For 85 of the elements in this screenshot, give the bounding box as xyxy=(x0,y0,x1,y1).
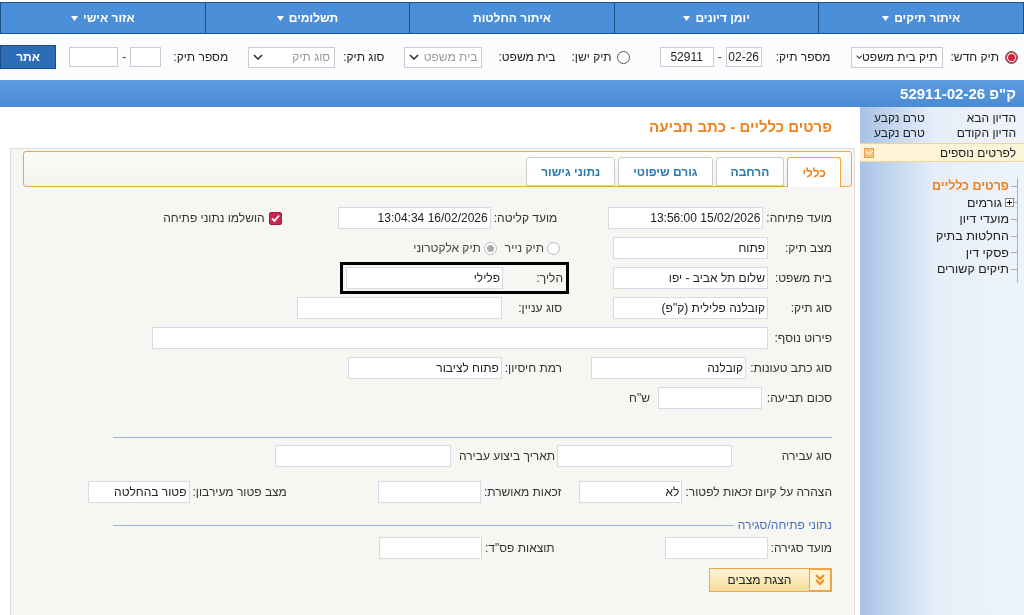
input-field[interactable] xyxy=(378,537,482,559)
field-label: רמת חיסיון: xyxy=(503,361,562,375)
separator-label: - xyxy=(122,50,127,64)
more-details-link[interactable]: לפרטים נוספים xyxy=(940,145,1016,160)
radio-label: תיק חדש: xyxy=(950,50,999,64)
field-label: מספר תיק: xyxy=(173,50,229,64)
tree-item[interactable]: תיקים קשורים xyxy=(934,262,1011,277)
field-label: הליך: xyxy=(535,271,563,285)
input-field[interactable]: 15/02/2026 13:56:00 xyxy=(608,207,764,229)
field-label: מועד סגירה: xyxy=(769,541,832,555)
field-label: סוג תיק: xyxy=(343,50,385,64)
field-label: סוג תיק: xyxy=(789,301,832,315)
case-type-dropdown[interactable]: תיק בית משפט xyxy=(850,46,943,68)
radio-label: תיק ישן: xyxy=(571,50,612,64)
input-field[interactable] xyxy=(557,445,732,467)
input-field[interactable]: לא xyxy=(579,481,683,503)
input-field[interactable]: 52911 xyxy=(659,47,714,67)
input-field[interactable] xyxy=(130,47,162,67)
input-field[interactable] xyxy=(152,327,768,349)
input-field[interactable] xyxy=(69,47,119,67)
show-states-button[interactable]: הצגת מצבים xyxy=(709,568,832,592)
field-label: מועד פתיחה: xyxy=(765,211,832,225)
case-title: ק"פ 52911-02-26 xyxy=(900,85,1016,102)
hearing-value: טרם נקבע xyxy=(874,110,925,125)
field-label: מועד קליטה: xyxy=(492,211,558,225)
section-title: נתוני פתיחה/סגירה xyxy=(737,518,832,532)
tree-item[interactable]: פסקי דין xyxy=(963,245,1011,260)
hearing-value: טרם נקבע xyxy=(874,125,925,140)
tab[interactable]: גורם שיפוטי xyxy=(618,157,713,186)
field-label: מספר תיק: xyxy=(775,50,831,64)
field-label: זכאות מאושרת: xyxy=(482,485,562,499)
tree-item[interactable]: גורמים xyxy=(965,195,1004,210)
plus-icon[interactable] xyxy=(1005,198,1014,208)
field-label: תוצאות פס"ד: xyxy=(483,541,555,555)
input-field[interactable]: שלום תל אביב - יפו xyxy=(613,267,768,289)
envelope-icon xyxy=(864,147,874,158)
input-field[interactable] xyxy=(664,537,768,559)
field-label: תאריך ביצוע עבירה xyxy=(457,449,555,463)
caret-icon xyxy=(683,15,691,21)
input-field[interactable] xyxy=(377,481,481,503)
radio-button[interactable] xyxy=(1005,50,1018,64)
chevron-icon xyxy=(855,54,862,60)
chevron-icon xyxy=(253,54,264,60)
input-field[interactable]: פתוח xyxy=(613,237,768,259)
field-label: סוג עניין: xyxy=(517,301,562,315)
page-title: פרטים כלליים - כתב תביעה xyxy=(649,118,832,135)
hearing-label: הדיון הבא xyxy=(966,110,1016,125)
input-field[interactable]: קובלנה xyxy=(591,357,746,379)
radio-label: תיק אלקטרוני xyxy=(413,241,481,255)
double-chevron-icon xyxy=(809,569,831,591)
more-details-bar[interactable]: לפרטים נוספים xyxy=(860,143,1024,162)
input-field[interactable]: פתוח לציבור xyxy=(347,357,502,379)
input-field[interactable]: 16/02/2026 13:04:34 xyxy=(337,207,491,229)
caret-icon xyxy=(71,15,79,21)
field-label: סוג כתב טעונות: xyxy=(749,361,832,375)
checkbox[interactable] xyxy=(268,211,282,225)
field-label: סכום תביעה: xyxy=(765,391,832,405)
input-field[interactable] xyxy=(658,387,762,409)
tab[interactable]: נתוני גישור xyxy=(526,157,616,186)
hearing-label: הדיון הקודם xyxy=(956,125,1016,140)
caret-icon xyxy=(882,15,890,21)
radio-button[interactable] xyxy=(616,50,630,64)
field-label: מצב פטור מעירבון: xyxy=(191,485,287,499)
chevron-icon xyxy=(409,54,420,60)
tree-item[interactable]: החלטות בתיק xyxy=(933,229,1011,244)
field-label: מצב תיק: xyxy=(783,241,832,255)
input-field[interactable]: קובלנה פלילית (ק"פ) xyxy=(613,297,768,319)
input-field[interactable] xyxy=(275,445,451,467)
input-field[interactable]: פטור בהחלטה xyxy=(87,481,190,503)
field-label: פירוט נוסף: xyxy=(773,331,832,345)
field-label: בית משפט: xyxy=(498,50,556,64)
tree-item[interactable]: מועדי דיון xyxy=(957,212,1011,227)
checkbox-label: הושלמו נתוני פתיחה xyxy=(163,211,265,225)
tab[interactable]: הרחבה xyxy=(715,157,785,186)
field-label: בית משפט: xyxy=(773,271,832,285)
input-field[interactable] xyxy=(297,297,502,319)
find-button[interactable]: אתר xyxy=(0,45,56,69)
currency-label: ש"ח xyxy=(629,391,650,405)
separator-label: - xyxy=(717,50,722,64)
field-label: סוג עבירה xyxy=(780,449,832,463)
input-field[interactable]: פלילי xyxy=(346,267,503,289)
caret-icon xyxy=(276,15,284,21)
field-label: הצהרה על קיום זכאות לפטור: xyxy=(684,485,832,499)
input-field[interactable]: 02-26 xyxy=(725,47,762,67)
radio-label: תיק נייר xyxy=(504,241,544,255)
